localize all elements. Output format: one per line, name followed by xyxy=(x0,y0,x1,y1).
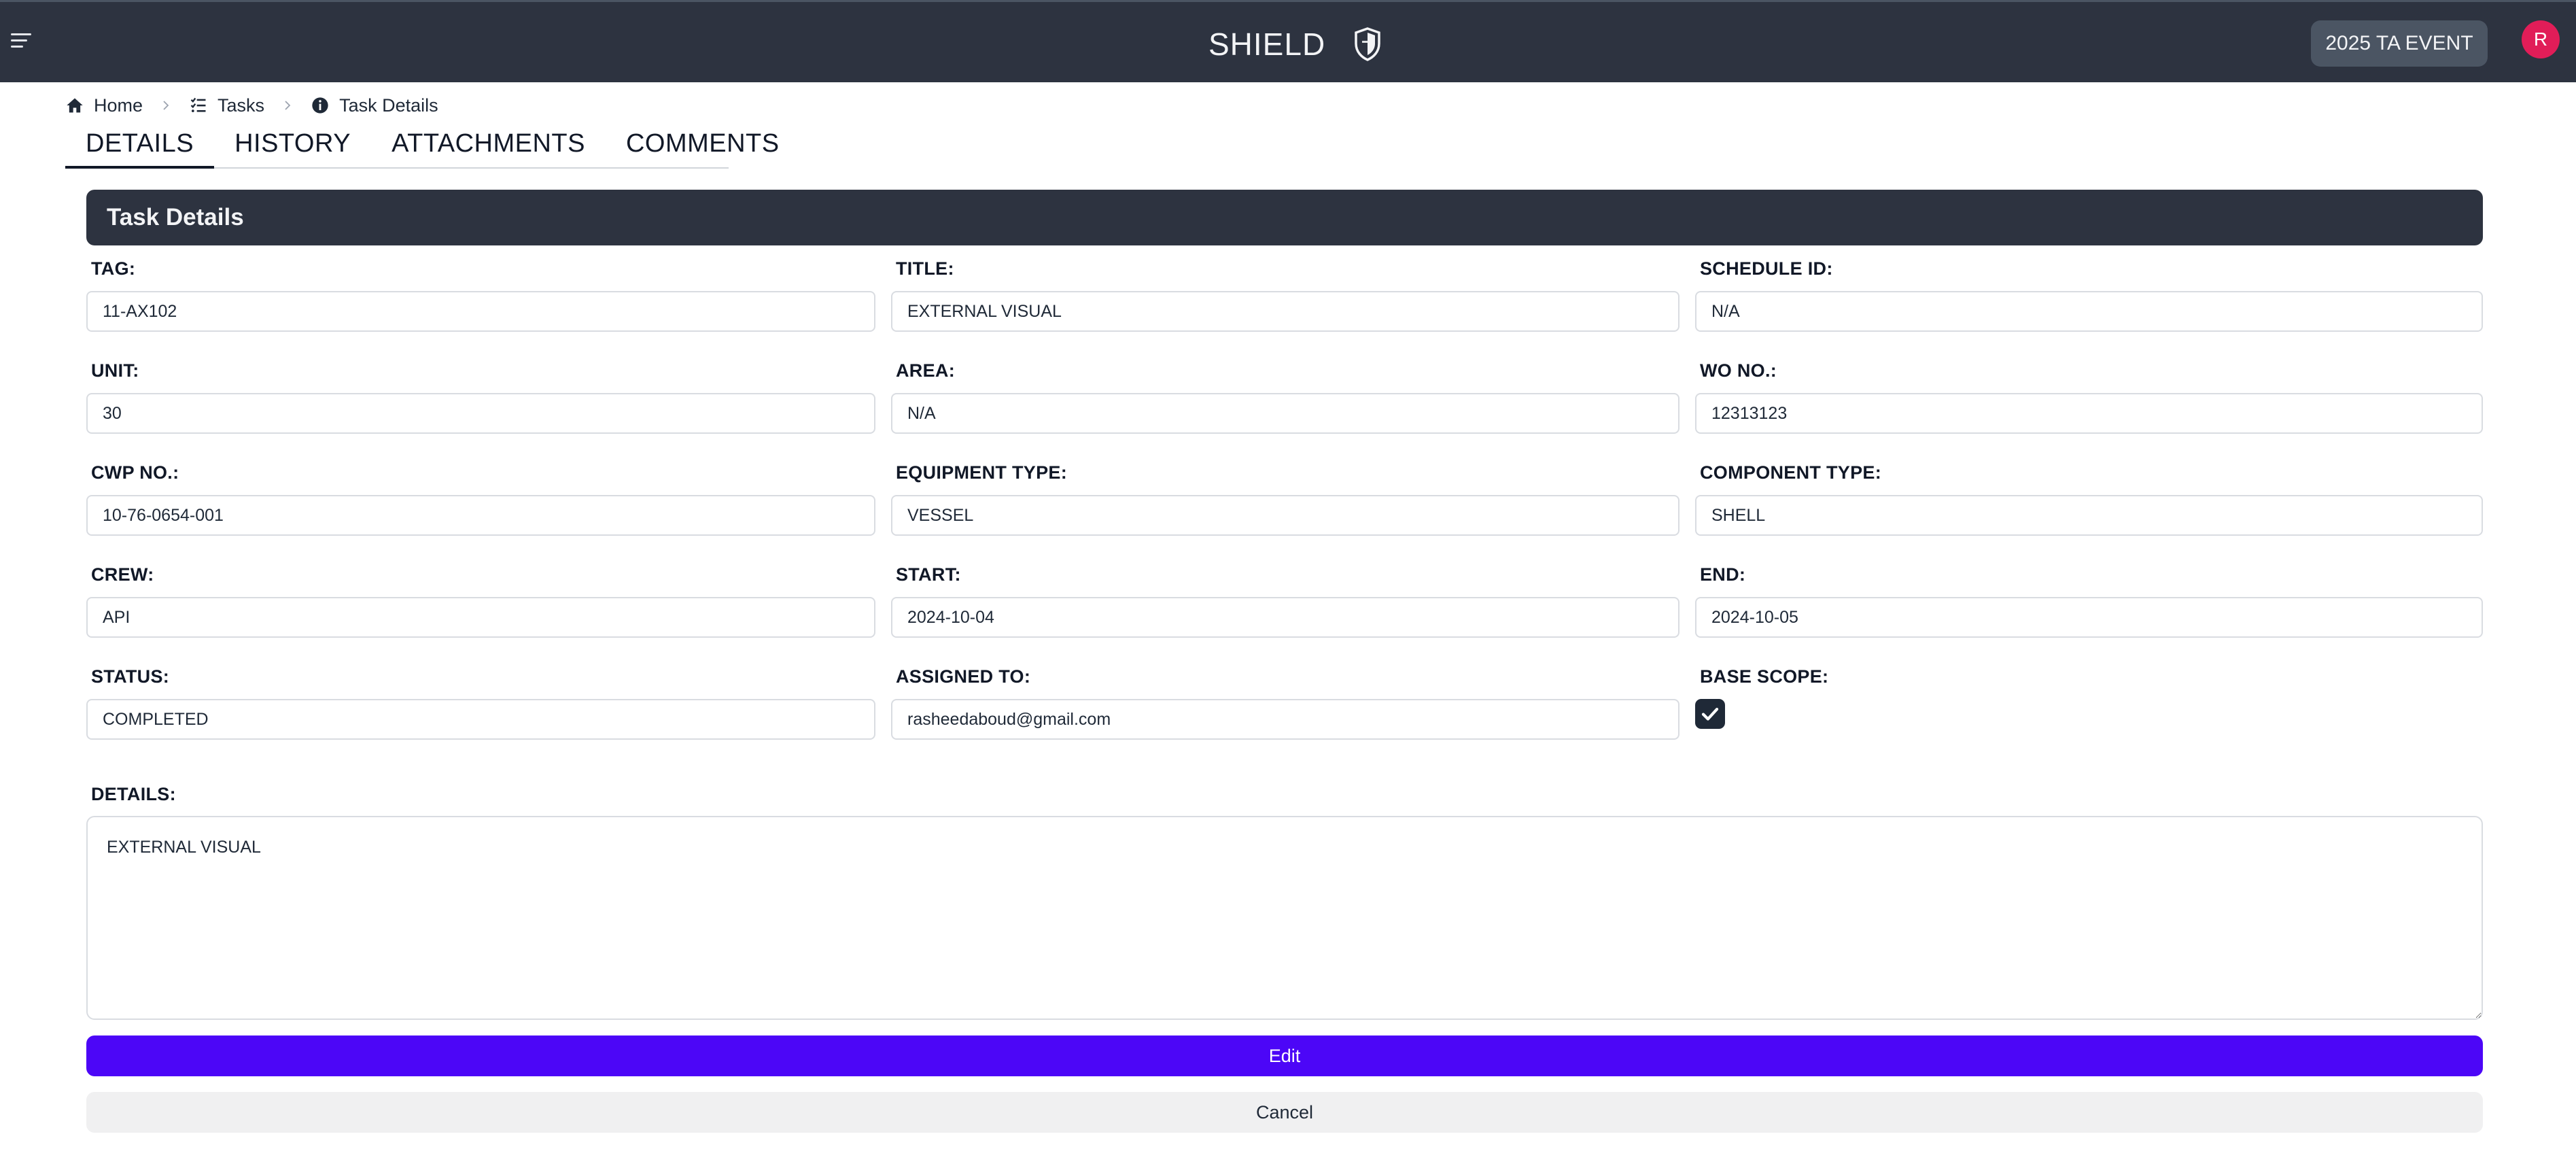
tab-comments[interactable]: COMMENTS xyxy=(606,129,800,169)
status-label: STATUS: xyxy=(91,666,170,687)
panel-title: Task Details xyxy=(86,190,2483,245)
title-label: TITLE: xyxy=(896,258,954,279)
start-label: START: xyxy=(896,564,961,585)
breadcrumb-tasks[interactable]: Tasks xyxy=(189,95,264,116)
checkmark-icon xyxy=(1701,708,1719,721)
crew-input[interactable] xyxy=(86,597,875,638)
base-scope-checkbox[interactable] xyxy=(1695,699,1725,729)
equipment-type-input[interactable] xyxy=(891,495,1679,536)
breadcrumb-tasks-label: Tasks xyxy=(217,95,265,116)
details-textarea[interactable]: EXTERNAL VISUAL xyxy=(86,816,2483,1020)
breadcrumb-home-label: Home xyxy=(94,95,143,116)
tab-bar: DETAILS HISTORY ATTACHMENTS COMMENTS xyxy=(65,129,779,169)
cwp-no-label: CWP NO.: xyxy=(91,462,179,483)
tab-attachments[interactable]: ATTACHMENTS xyxy=(371,129,606,169)
schedule-id-input[interactable] xyxy=(1695,291,2483,332)
app-title: SHIELD xyxy=(1208,27,1326,62)
tab-details[interactable]: DETAILS xyxy=(65,129,215,169)
breadcrumb-home[interactable]: Home xyxy=(65,95,143,116)
component-type-input[interactable] xyxy=(1695,495,2483,536)
title-input[interactable] xyxy=(891,291,1679,332)
crew-label: CREW: xyxy=(91,564,154,585)
shield-icon xyxy=(1355,27,1380,61)
component-type-label: COMPONENT TYPE: xyxy=(1700,462,1882,483)
assigned-to-label: ASSIGNED TO: xyxy=(896,666,1031,687)
top-navbar: SHIELD 2025 TA EVENT R xyxy=(0,0,2576,82)
end-date-input[interactable] xyxy=(1695,597,2483,638)
home-icon xyxy=(67,98,83,113)
breadcrumb-task-details-label: Task Details xyxy=(339,95,438,116)
breadcrumb-task-details: Task Details xyxy=(311,95,438,116)
unit-input[interactable] xyxy=(86,393,875,434)
equipment-type-label: EQUIPMENT TYPE: xyxy=(896,462,1068,483)
status-input[interactable] xyxy=(86,699,875,740)
breadcrumb: Home Tasks Task Details xyxy=(65,92,438,118)
event-selector-button[interactable]: 2025 TA EVENT xyxy=(2311,20,2488,67)
schedule-id-label: SCHEDULE ID: xyxy=(1700,258,1833,279)
assigned-to-input[interactable] xyxy=(891,699,1679,740)
app-brand: SHIELD xyxy=(1208,27,1381,62)
cancel-button[interactable]: Cancel xyxy=(86,1092,2483,1133)
area-label: AREA: xyxy=(896,360,955,381)
tag-label: TAG: xyxy=(91,258,136,279)
wo-no-label: WO NO.: xyxy=(1700,360,1777,381)
details-label: DETAILS: xyxy=(91,784,176,804)
tab-history[interactable]: HISTORY xyxy=(214,129,371,169)
unit-label: UNIT: xyxy=(91,360,139,381)
info-icon xyxy=(312,97,328,114)
chevron-right-icon xyxy=(163,101,169,110)
edit-button[interactable]: Edit xyxy=(86,1035,2483,1076)
chevron-right-icon xyxy=(285,101,291,110)
start-date-input[interactable] xyxy=(891,597,1679,638)
cwp-no-input[interactable] xyxy=(86,495,875,536)
area-input[interactable] xyxy=(891,393,1679,434)
task-list-icon xyxy=(190,97,206,113)
wo-no-input[interactable] xyxy=(1695,393,2483,434)
user-avatar[interactable]: R xyxy=(2522,20,2560,58)
menu-icon[interactable] xyxy=(11,33,31,50)
end-label: END: xyxy=(1700,564,1746,585)
base-scope-label: BASE SCOPE: xyxy=(1700,666,1829,687)
tag-input[interactable] xyxy=(86,291,875,332)
